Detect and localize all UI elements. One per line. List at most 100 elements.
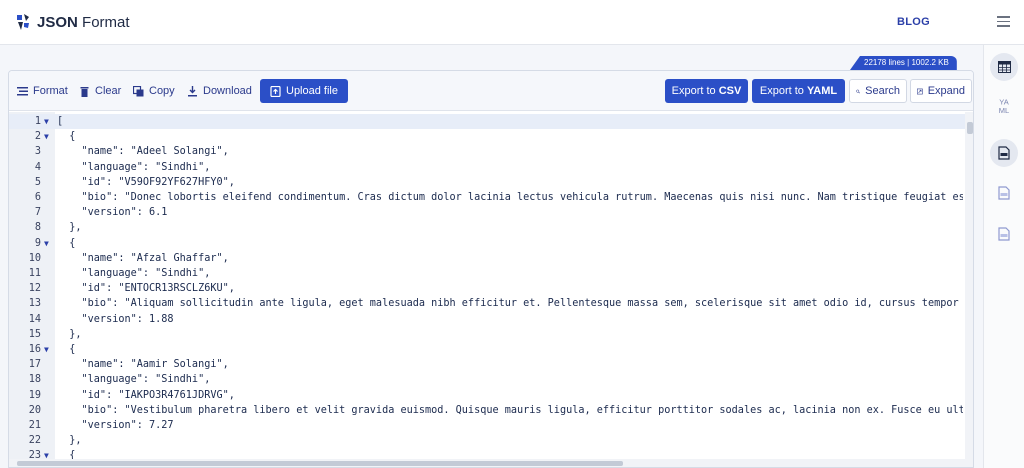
horizontal-scrollbar[interactable] [9, 459, 965, 467]
code-line[interactable]: 8 }, [9, 220, 965, 235]
code-area[interactable]: 1 ▼[2 ▼ {3 "name": "Adeel Solangi", 4 "lang… [9, 112, 965, 461]
code-text: "bio": "Donec lobortis eleifend condimen… [57, 192, 963, 203]
line-number: 14 [28, 313, 41, 325]
line-number: 22 [28, 435, 41, 447]
table-icon [997, 61, 1011, 73]
copy-button[interactable]: Copy [127, 79, 181, 103]
vertical-scrollbar[interactable] [965, 112, 973, 467]
logo-text: JSON Format [37, 13, 130, 31]
code-line[interactable]: 10 "name": "Afzal Ghaffar", [9, 251, 965, 266]
code-text: { [57, 131, 76, 143]
code-line[interactable]: 3 "name": "Adeel Solangi", [9, 144, 965, 159]
line-number: 6 [34, 192, 41, 203]
code-text: "version": 1.88 [57, 313, 174, 325]
fold-toggle-icon[interactable]: ▼ [44, 114, 49, 129]
xml-file-icon [998, 186, 1010, 200]
vertical-scroll-thumb[interactable] [967, 122, 973, 134]
code-line[interactable]: 11 "language": "Sindhi", [9, 266, 965, 281]
line-number: 20 [28, 404, 41, 416]
code-text: }, [57, 328, 82, 340]
line-number: 1 [34, 116, 41, 127]
code-line[interactable]: 7 "version": 6.1 [9, 205, 965, 220]
line-number: 15 [28, 328, 41, 340]
logo-icon [17, 14, 29, 30]
horizontal-scroll-thumb[interactable] [17, 461, 623, 466]
code-text: "id": "ENTOCR13RSCLZ6KU", [57, 283, 235, 295]
trash-icon [80, 86, 89, 97]
upload-file-button[interactable]: Upload file [260, 79, 348, 103]
search-button[interactable]: Search [849, 79, 907, 103]
fold-toggle-icon[interactable]: ▼ [44, 342, 49, 357]
code-text: "id": "IAKPO3R4761JDRVG", [57, 389, 235, 401]
logo[interactable]: JSON Format [14, 12, 130, 32]
code-line[interactable]: 13 "bio": "Aliquam sollicitudin ante lig… [9, 296, 965, 311]
line-number: 17 [28, 359, 41, 371]
fold-toggle-icon[interactable]: ▼ [44, 129, 49, 144]
download-label: Download [203, 85, 252, 97]
code-line[interactable]: 15 }, [9, 327, 965, 342]
expand-label: Expand [927, 85, 965, 97]
line-number: 8 [34, 222, 41, 234]
code-text: "language": "Sindhi", [57, 268, 211, 279]
download-button[interactable]: Download [181, 79, 258, 103]
code-text: "bio": "Vestibulum pharetra libero et ve… [57, 404, 963, 416]
code-text: }, [57, 435, 82, 447]
xml-file-button[interactable] [990, 179, 1018, 207]
code-text: "language": "Sindhi", [57, 161, 211, 173]
expand-icon [917, 88, 923, 94]
code-text: "name": "Adeel Solangi", [57, 146, 229, 158]
code-line[interactable]: 9 ▼ { [9, 236, 965, 251]
json-file-button[interactable] [990, 139, 1018, 167]
line-number: 16 [28, 344, 41, 355]
hamburger-menu-icon[interactable] [997, 16, 1010, 27]
code-line[interactable]: 20 "bio": "Vestibulum pharetra libero et… [9, 403, 965, 418]
code-text: [ [57, 116, 64, 127]
code-text: { [57, 237, 76, 249]
copy-label: Copy [149, 85, 175, 97]
line-number: 12 [28, 283, 41, 295]
line-number: 11 [28, 268, 41, 279]
right-panel: YA ML [983, 45, 1024, 468]
code-text: "language": "Sindhi", [57, 374, 211, 386]
line-number: 19 [28, 389, 41, 401]
code-line[interactable]: 6 "bio": "Donec lobortis eleifend condim… [9, 190, 965, 205]
code-line[interactable]: 1 ▼ [ [9, 114, 965, 130]
code-line[interactable]: 21 "version": 7.27 [9, 418, 965, 433]
format-button[interactable]: Format [11, 79, 74, 103]
yaml-view-button[interactable]: YA ML [990, 92, 1018, 120]
export-yaml-label: Export to YAML [759, 85, 838, 97]
code-line[interactable]: 17 "name": "Aamir Solangi", [9, 357, 965, 372]
blog-link[interactable]: BLOG [897, 16, 930, 28]
code-text: "id": "V59OF92YF627HFY0", [57, 176, 235, 188]
code-line[interactable]: 12 "id": "ENTOCR13RSCLZ6KU", [9, 281, 965, 296]
code-text: "version": 7.27 [57, 420, 174, 431]
svg-text:ML: ML [999, 106, 1009, 115]
fold-toggle-icon[interactable]: ▼ [44, 236, 49, 251]
yaml-icon: YAML [999, 98, 1009, 116]
line-number: 13 [28, 298, 41, 310]
code-line[interactable]: 18 "language": "Sindhi", [9, 372, 965, 387]
export-csv-label: Export to CSV [671, 85, 742, 97]
json-editor: Format Clear Copy Download Upload file E… [8, 70, 974, 468]
code-text: "version": 6.1 [57, 207, 168, 219]
table-view-button[interactable] [990, 53, 1018, 81]
code-line[interactable]: 19 "id": "IAKPO3R4761JDRVG", [9, 388, 965, 403]
export-csv-button[interactable]: Export to CSV [665, 79, 748, 103]
clear-button[interactable]: Clear [73, 79, 127, 103]
expand-button[interactable]: Expand [910, 79, 972, 103]
code-line[interactable]: 5 "id": "V59OF92YF627HFY0", [9, 175, 965, 190]
csv-file-button[interactable] [990, 220, 1018, 248]
line-number: 7 [34, 207, 41, 219]
line-number: 3 [34, 146, 41, 158]
code-text: }, [57, 222, 82, 234]
code-line[interactable]: 16 ▼ { [9, 342, 965, 357]
code-text: "name": "Afzal Ghaffar", [57, 252, 229, 264]
top-bar: JSON Format BLOG [0, 0, 1024, 45]
code-line[interactable]: 22 }, [9, 433, 965, 448]
editor-toolbar: Format Clear Copy Download Upload file E… [9, 71, 973, 111]
code-line[interactable]: 4 "language": "Sindhi", [9, 160, 965, 175]
code-line[interactable]: 14 "version": 1.88 [9, 312, 965, 327]
code-line[interactable]: 2 ▼ { [9, 129, 965, 144]
line-number: 10 [28, 252, 41, 264]
export-yaml-button[interactable]: Export to YAML [752, 79, 845, 103]
